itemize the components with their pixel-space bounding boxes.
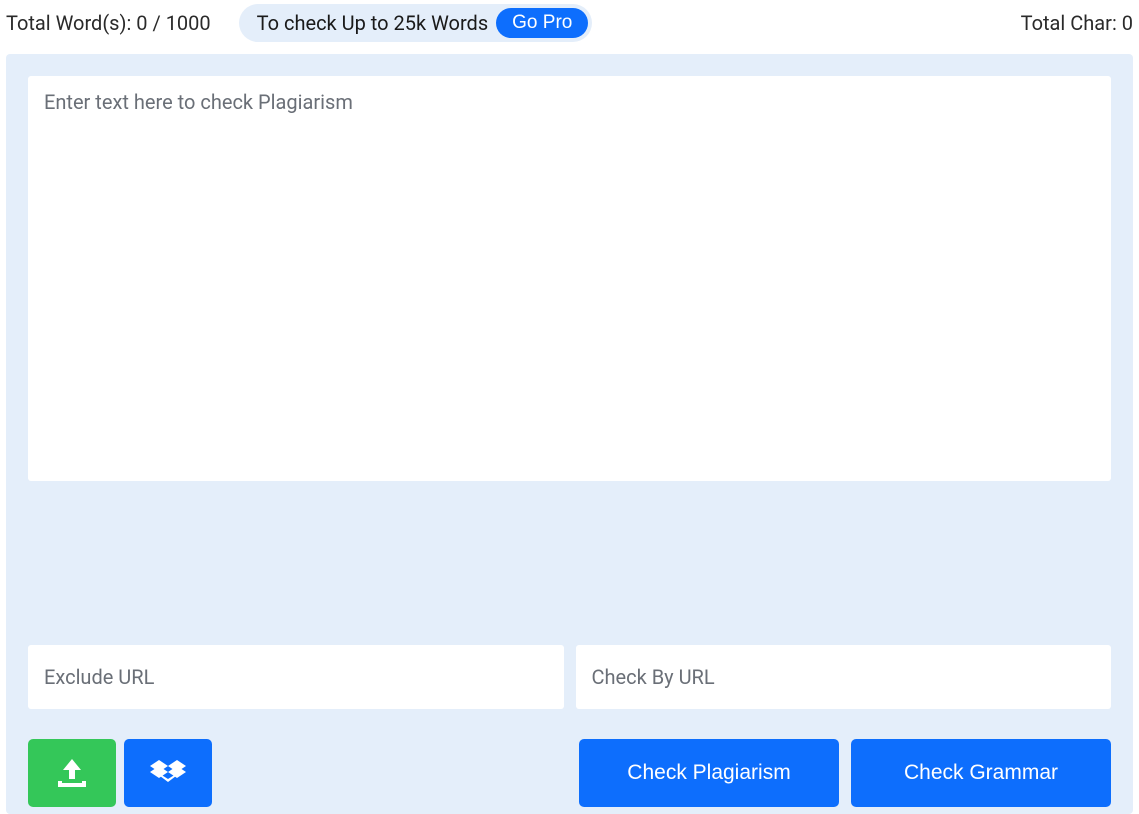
word-count-label: Total Word(s): 0 / 1000	[6, 11, 211, 35]
left-icon-group	[28, 739, 212, 807]
char-count-label: Total Char: 0	[1021, 11, 1133, 35]
check-grammar-button[interactable]: Check Grammar	[851, 739, 1111, 807]
topbar: Total Word(s): 0 / 1000 To check Up to 2…	[0, 0, 1139, 54]
right-action-group: Check Plagiarism Check Grammar	[579, 739, 1111, 807]
dropbox-icon	[150, 758, 186, 788]
promo-text: To check Up to 25k Words	[257, 11, 488, 35]
check-plagiarism-button[interactable]: Check Plagiarism	[579, 739, 839, 807]
check-by-url-input[interactable]	[576, 645, 1112, 709]
upload-button[interactable]	[28, 739, 116, 807]
editor-panel: Check Plagiarism Check Grammar	[6, 54, 1133, 814]
url-row	[28, 645, 1111, 709]
promo-pill: To check Up to 25k Words Go Pro	[239, 4, 593, 42]
upload-icon	[54, 757, 90, 789]
go-pro-button[interactable]: Go Pro	[496, 8, 588, 38]
plagiarism-textarea[interactable]	[28, 76, 1111, 481]
dropbox-button[interactable]	[124, 739, 212, 807]
exclude-url-input[interactable]	[28, 645, 564, 709]
action-row: Check Plagiarism Check Grammar	[28, 739, 1111, 807]
